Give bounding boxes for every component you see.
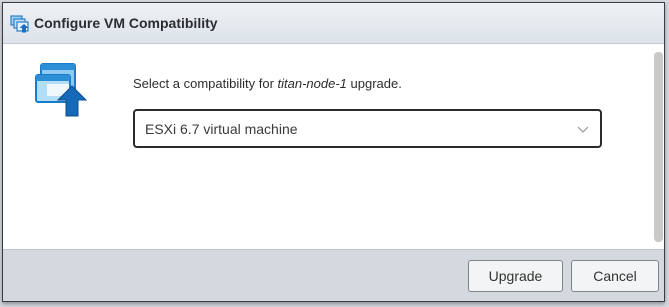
dialog-scrollbar[interactable]: [652, 44, 664, 249]
scrollbar-thumb[interactable]: [654, 52, 663, 242]
cancel-button[interactable]: Cancel: [571, 260, 659, 292]
dialog-footer: Upgrade Cancel: [3, 249, 664, 301]
dialog-body: Select a compatibility for titan-node-1 …: [3, 44, 664, 249]
vm-upgrade-icon: [35, 63, 88, 117]
dialog-title: Configure VM Compatibility: [34, 15, 218, 31]
compatibility-select-value: ESXi 6.7 virtual machine: [145, 121, 298, 137]
chevron-down-icon: [577, 126, 589, 133]
prompt-suffix: upgrade.: [346, 76, 402, 91]
prompt-prefix: Select a compatibility for: [133, 76, 278, 91]
configure-vm-compatibility-dialog: Configure VM Compatibility Select a comp…: [2, 2, 665, 302]
vm-compatibility-icon: [10, 15, 29, 33]
upgrade-button[interactable]: Upgrade: [468, 260, 563, 292]
vm-name: titan-node-1: [277, 76, 347, 91]
compatibility-select[interactable]: ESXi 6.7 virtual machine: [133, 109, 602, 148]
dialog-titlebar: Configure VM Compatibility: [3, 3, 664, 44]
compatibility-prompt: Select a compatibility for titan-node-1 …: [133, 76, 402, 92]
